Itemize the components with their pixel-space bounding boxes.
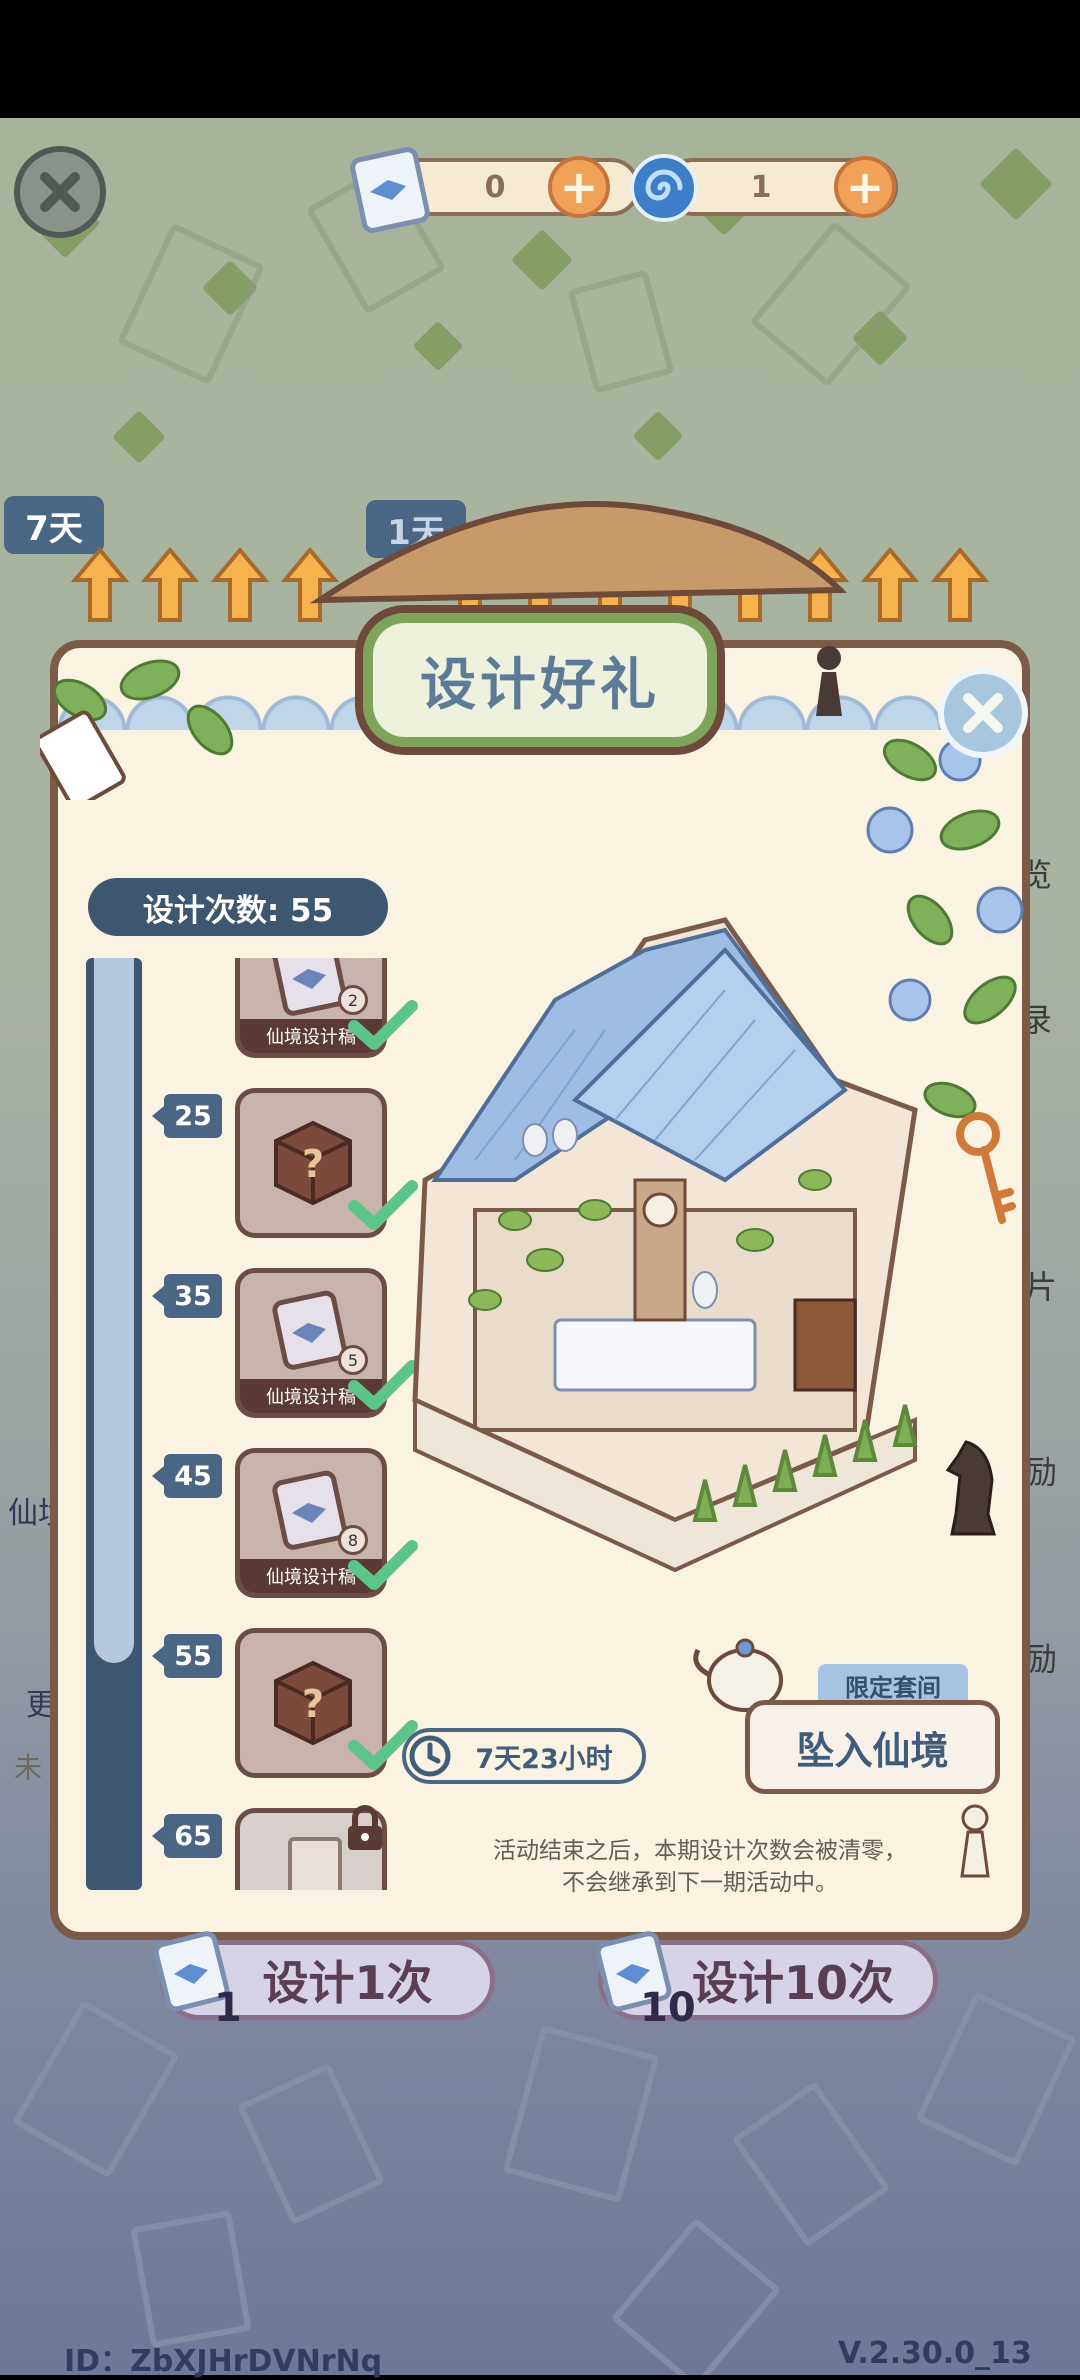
notice-line-1: 活动结束之后，本期设计次数会被清零， [493,1838,907,1864]
close-dialog-button[interactable] [938,668,1028,758]
chess-pawn-decoration [816,646,842,716]
chess-knight-decoration [945,1440,997,1536]
user-id: ID：ZbXJHrDVNrNq [64,2344,383,2379]
add-scroll-button[interactable]: + [548,156,610,218]
scroll-count: 0 [484,169,506,205]
design-scroll-icon [350,147,430,233]
dialog-title: 设计好礼 [420,652,660,718]
swirl-icon [630,154,698,222]
golden-key-decoration [956,1112,1016,1224]
mystery-box-icon: ? [274,1120,352,1206]
enter-wonderland-button[interactable]: 坠入仙境 [745,1700,1000,1794]
dialog-title-plaque: 设计好礼 [355,605,725,755]
milestone-value: 35 [152,1274,222,1318]
scroll-currency: 0 + [340,140,640,240]
swirl-count: 1 [750,169,772,205]
reset-notice: 活动结束之后，本期设计次数会被清零， 不会继承到下一期活动中。 [440,1835,960,1899]
svg-text:?: ? [302,1142,324,1186]
progress-fill [94,958,134,1663]
milestone-value: 65 [152,1814,222,1858]
bg-text-8: 未 [14,1751,43,1784]
clock-icon [409,1735,451,1777]
close-icon [40,172,80,212]
version-label: V.2.30.0_13 [838,2336,1032,2371]
design-ten-cost: 10 [640,1985,696,2031]
design-count-badge: 设计次数: 55 [88,878,388,936]
vine-decoration-left [40,659,234,800]
notice-line-2: 不会继承到下一期活动中。 [562,1870,838,1896]
wood-beam-decoration [309,501,848,604]
mystery-box-icon: ? [274,1660,352,1746]
lock-icon [348,1805,382,1850]
swirl-currency: 1 + [628,150,898,235]
design-once-cost: 1 [214,1985,242,2031]
suite-preview-illustration [412,917,918,1573]
milestone-value: 25 [152,1094,222,1138]
add-swirl-button[interactable]: + [834,156,896,218]
close-page-button[interactable] [14,146,106,238]
milestone-value: 45 [152,1454,222,1498]
close-icon [963,693,1003,733]
milestone-value: 55 [152,1634,222,1678]
svg-text:?: ? [302,1682,324,1726]
